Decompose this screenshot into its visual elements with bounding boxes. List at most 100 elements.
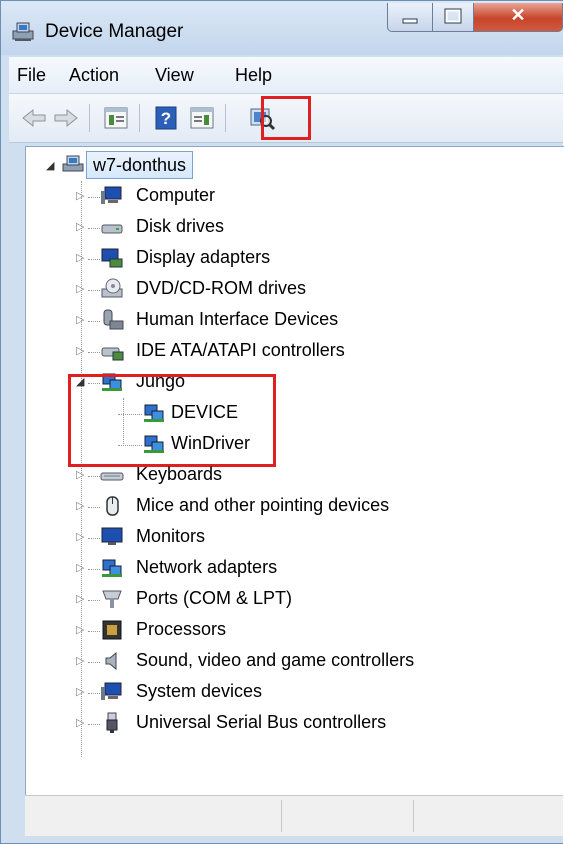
tree-item-usb-controllers[interactable]: ▷ Universal Serial Bus controllers [26,708,564,739]
expand-arrow-icon[interactable]: ▷ [76,592,86,606]
tree-item-ide-controllers[interactable]: ▷ IDE ATA/ATAPI controllers [26,336,564,367]
status-cell [415,800,561,832]
jungo-highlight [68,374,276,467]
scan-hardware-highlight [261,96,311,140]
tree-connector [88,290,100,291]
expand-arrow-icon[interactable]: ▷ [76,344,86,358]
status-bar [25,795,563,836]
tree-item-label: Computer [136,185,216,205]
menu-view[interactable]: View [155,65,194,86]
minimize-button[interactable] [387,3,433,32]
expand-arrow-icon[interactable]: ▷ [76,282,86,296]
tree-item-label: Sound, video and game controllers [136,650,415,670]
tree-item-label: Processors [136,619,227,639]
expand-arrow-icon[interactable]: ▷ [76,468,86,482]
properties-icon[interactable] [101,104,131,132]
computer-icon [101,186,122,204]
expand-arrow-icon[interactable]: ▷ [76,561,86,575]
processor-icon [102,620,122,640]
tree-item-network-adapters[interactable]: ▷ Network adapters [26,553,564,584]
network-adapter-icon [102,559,122,577]
tree-connector [88,352,100,353]
toolbar-separator [225,104,226,132]
back-arrow-icon[interactable] [19,104,49,132]
tree-item-system-devices[interactable]: ▷ System devices [26,677,564,708]
close-icon: ✕ [510,5,526,25]
tree-item-ports[interactable]: ▷ Ports (COM & LPT) [26,584,564,615]
menu-file[interactable]: File [17,65,46,86]
tree-item-label: Mice and other pointing devices [136,495,390,515]
tree-item-label: System devices [136,681,263,701]
tree-connector [88,693,100,694]
tree-item-label: Disk drives [136,216,225,236]
tree-connector [88,259,100,260]
window-title: Device Manager [45,21,184,42]
tree-item-label: Network adapters [136,557,278,577]
tree-item-processors[interactable]: ▷ Processors [26,615,564,646]
maximize-icon [444,8,462,24]
tree-item-sound-controllers[interactable]: ▷ Sound, video and game controllers [26,646,564,677]
tree-item-disk-drives[interactable]: ▷ Disk drives [26,212,564,243]
collapse-arrow-icon[interactable]: ◢ [46,159,56,173]
keyboard-icon [100,472,124,481]
device-manager-icon [12,22,34,41]
expand-arrow-icon[interactable]: ▷ [76,685,86,699]
usb-icon [106,712,118,733]
tree-item-label: DVD/CD-ROM drives [136,278,307,298]
tree-item-monitors[interactable]: ▷ Monitors [26,522,564,553]
svg-text:?: ? [161,109,171,128]
expand-arrow-icon[interactable]: ▷ [76,654,86,668]
tree-connector [88,538,100,539]
tree-connector [88,228,100,229]
expand-arrow-icon[interactable]: ▷ [76,313,86,327]
tree-connector [88,321,100,322]
title-bar[interactable]: Device Manager ✕ [1,1,563,55]
expand-arrow-icon[interactable]: ▷ [76,499,86,513]
expand-arrow-icon[interactable]: ▷ [76,623,86,637]
toolbar: ? [9,94,563,143]
computer-root-icon [62,155,84,172]
forward-arrow-icon[interactable] [51,104,81,132]
tree-root-label[interactable]: w7-donthus [86,151,194,179]
menu-bar: File Action View Help [9,57,563,94]
tree-connector [88,569,100,570]
menu-action[interactable]: Action [69,65,119,86]
tree-connector [88,507,100,508]
tree-connector [88,631,100,632]
help-icon[interactable]: ? [151,104,181,132]
tree-item-computer[interactable]: ▷ Computer [26,181,564,212]
display-adapter-icon [101,248,123,268]
tree-item-keyboards[interactable]: ▷ Keyboards [26,460,564,491]
expand-arrow-icon[interactable]: ▷ [76,716,86,730]
status-cell [283,800,414,832]
port-icon [102,590,122,608]
tree-connector [88,476,100,477]
tree-item-label: IDE ATA/ATAPI controllers [136,340,345,360]
expand-arrow-icon[interactable]: ▷ [76,220,86,234]
system-device-icon [101,682,122,700]
tree-item-human-interface-devices[interactable]: ▷ Human Interface Devices [26,305,564,336]
tree-item-mice[interactable]: ▷ Mice and other pointing devices [26,491,564,522]
expand-arrow-icon[interactable]: ▷ [76,189,86,203]
ide-controller-icon [101,347,124,361]
tree-connector [88,197,100,198]
tree-item-label: Universal Serial Bus controllers [136,712,387,732]
tree-item-label: Ports (COM & LPT) [136,588,293,608]
speaker-icon [105,651,117,671]
toolbar-separator [89,104,90,132]
menu-help[interactable]: Help [235,65,272,86]
toolbar-separator [139,104,140,132]
expand-arrow-icon[interactable]: ▷ [76,530,86,544]
dvd-drive-icon [101,278,123,298]
tree-item-dvd-drives[interactable]: ▷ DVD/CD-ROM drives [26,274,564,305]
close-button[interactable]: ✕ [473,3,563,32]
tree-connector [88,724,100,725]
tree-item-display-adapters[interactable]: ▷ Display adapters [26,243,564,274]
expand-arrow-icon[interactable]: ▷ [76,251,86,265]
show-hide-icon[interactable] [187,104,217,132]
tree-connector [88,600,100,601]
status-cell [25,800,282,832]
maximize-button[interactable] [432,3,474,32]
hid-icon [103,309,124,330]
tree-item-label: Keyboards [136,464,223,484]
